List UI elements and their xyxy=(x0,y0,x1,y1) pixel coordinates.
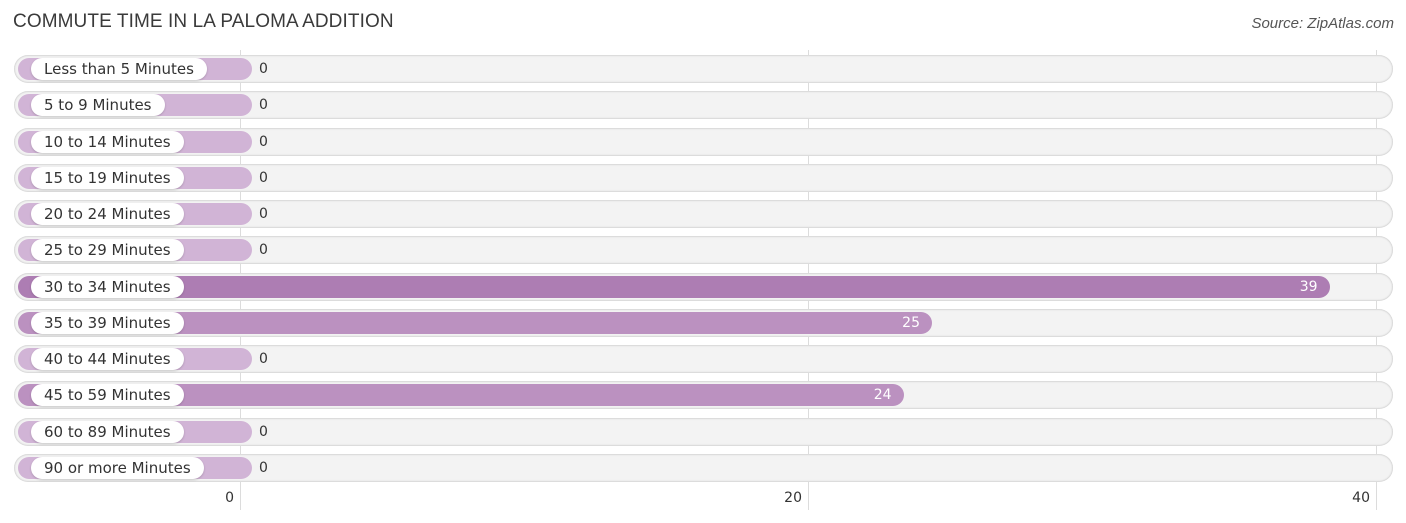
value-label: 0 xyxy=(259,169,268,186)
x-tick-label: 20 xyxy=(784,490,802,506)
category-label: 60 to 89 Minutes xyxy=(31,420,184,443)
value-label: 0 xyxy=(259,206,268,222)
category-label: 10 to 14 Minutes xyxy=(31,130,184,153)
category-label: 5 to 9 Minutes xyxy=(31,94,165,117)
value-label: 0 xyxy=(259,351,268,367)
value-label: 25 xyxy=(902,314,920,331)
category-label: 25 to 29 Minutes xyxy=(31,239,184,262)
category-label: 45 to 59 Minutes xyxy=(31,384,184,407)
category-label: 15 to 19 Minutes xyxy=(31,166,184,189)
value-label: 0 xyxy=(259,423,268,440)
category-label: Less than 5 Minutes xyxy=(31,58,207,80)
bar-chart: 0 20 40 Less than 5 Minutes 0 5 to 9 Minutes 0… xyxy=(0,0,1406,523)
bar xyxy=(18,275,1330,298)
category-label: 20 to 24 Minutes xyxy=(31,203,184,225)
category-label: 30 to 34 Minutes xyxy=(31,275,184,298)
value-label: 0 xyxy=(259,97,268,114)
value-label: 0 xyxy=(259,133,268,150)
x-tick-label: 40 xyxy=(1352,490,1370,506)
value-label: 39 xyxy=(1299,278,1318,295)
value-label: 0 xyxy=(259,459,268,476)
category-label: 90 or more Minutes xyxy=(31,456,204,479)
category-label: 40 to 44 Minutes xyxy=(31,348,184,370)
value-label: 0 xyxy=(259,61,268,77)
x-tick-label: 0 xyxy=(225,490,234,506)
value-label: 0 xyxy=(259,242,268,259)
value-label: 24 xyxy=(873,387,892,404)
category-label: 35 to 39 Minutes xyxy=(31,311,184,334)
